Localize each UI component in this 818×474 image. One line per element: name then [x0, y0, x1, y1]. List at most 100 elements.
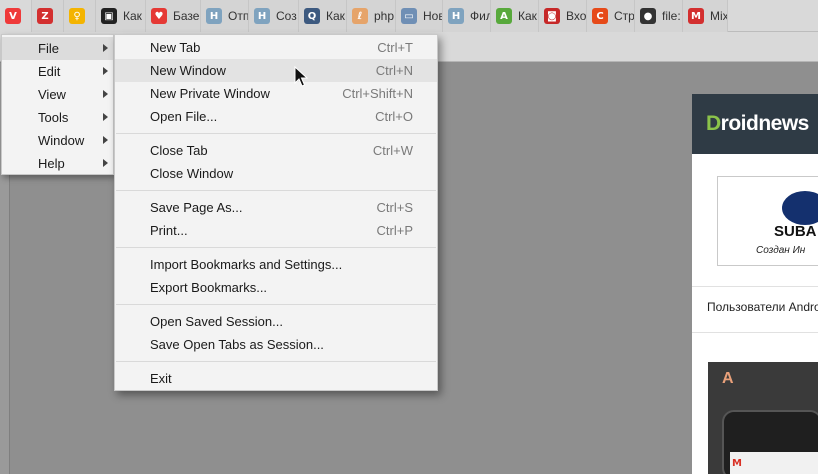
file-menu-item-label: Open File... [150, 109, 218, 124]
browser-tab[interactable]: A Как [491, 0, 539, 32]
tab-title: Mix [710, 9, 727, 23]
browser-tab[interactable]: Z [32, 0, 64, 32]
file-menu-item-label: New Window [150, 63, 226, 78]
file-menu-item-label: Import Bookmarks and Settings... [150, 257, 343, 272]
file-menu-item[interactable]: Close Window [115, 162, 437, 185]
menu-item-help[interactable]: Help [2, 152, 113, 175]
file-menu-item[interactable]: Close Tab Ctrl+W [115, 139, 437, 162]
file-menu-item[interactable]: Save Page As... Ctrl+S [115, 196, 437, 219]
php-icon: ℓ [352, 8, 368, 24]
submenu-arrow-icon [103, 113, 108, 121]
browser-tab[interactable]: H Отп [201, 0, 249, 32]
site-dark-icon: ▣ [101, 8, 117, 24]
browser-tab[interactable]: ▣ Как [96, 0, 146, 32]
browser-tab[interactable]: ● file: [635, 0, 683, 32]
monitor-icon: ▭ [401, 8, 417, 24]
file-menu-item[interactable]: Import Bookmarks and Settings... [115, 253, 437, 276]
file-menu-item-label: New Private Window [150, 86, 270, 101]
ad-brand: SUBA [774, 223, 817, 240]
shortcut-hint: Ctrl+T [377, 40, 413, 55]
browser-tab[interactable]: H Фил [443, 0, 491, 32]
file-menu-item-label: Close Window [150, 166, 234, 181]
menu-item-label: Help [38, 156, 65, 171]
tab-title: Фил [470, 9, 490, 23]
browser-tab[interactable]: ♀ [64, 0, 96, 32]
file-menu-item[interactable]: Open File... Ctrl+O [115, 105, 437, 128]
tab-title: Как [123, 9, 142, 23]
browser-tab[interactable]: ▭ Нов [396, 0, 443, 32]
browser-tab[interactable]: ♥ Базе [146, 0, 201, 32]
menu-separator [116, 190, 436, 191]
gmail-icon: M [732, 458, 742, 469]
bulb-icon: ♀ [69, 8, 85, 24]
file-menu-item-label: New Tab [150, 40, 201, 55]
heart-icon: ♥ [151, 8, 167, 24]
tab-title: Вхо [566, 9, 586, 23]
file-menu-item-label: Print... [150, 223, 188, 238]
file-menu-item[interactable]: Export Bookmarks... [115, 276, 437, 299]
notice-text[interactable]: Пользователи Android [707, 300, 818, 314]
android-icon: A [496, 8, 512, 24]
subaru-logo-icon [782, 191, 818, 225]
z-app-icon: Z [37, 8, 53, 24]
divider [692, 332, 818, 333]
file-menu-item[interactable]: Print... Ctrl+P [115, 219, 437, 242]
browser-tab[interactable]: V [0, 0, 32, 32]
menu-item-label: View [38, 87, 66, 102]
file-menu-item[interactable]: New Window Ctrl+N [115, 59, 437, 82]
browser-tab[interactable]: ◙ Вхо [539, 0, 587, 32]
tab-bar: VZ♀▣Как♥БазеHОтпHСозQКакℓphp▭НовHФилAКак… [0, 0, 818, 32]
file-menu-item-label: Save Open Tabs as Session... [150, 337, 324, 352]
site-header[interactable]: Droidnews [692, 94, 818, 154]
article-image[interactable]: A M [708, 362, 818, 474]
browser-tab[interactable]: Q Как [299, 0, 347, 32]
vivaldi-icon: V [5, 8, 21, 24]
tab-title: php [374, 9, 395, 23]
file-menu-item-label: Close Tab [150, 143, 208, 158]
tab-title: Базе [173, 9, 200, 23]
tab-title: Стр [614, 9, 634, 23]
menu-item-window[interactable]: Window [2, 129, 113, 152]
file-submenu: New Tab Ctrl+T New Window Ctrl+N New Private… [114, 34, 438, 391]
file-menu-item[interactable]: New Tab Ctrl+T [115, 36, 437, 59]
file-menu-item[interactable]: Save Open Tabs as Session... [115, 333, 437, 356]
menu-item-view[interactable]: View [2, 83, 113, 106]
q-site-icon: Q [304, 8, 320, 24]
h-site-icon: H [448, 8, 464, 24]
shortcut-hint: Ctrl+Shift+N [342, 86, 413, 101]
tab-title: Как [518, 9, 537, 23]
android-badge-icon: A [722, 370, 734, 387]
mouse-cursor-icon [294, 66, 308, 87]
menu-item-label: File [38, 41, 59, 56]
tab-title: Соз [276, 9, 297, 23]
browser-tab[interactable]: H Соз [249, 0, 299, 32]
submenu-arrow-icon [103, 159, 108, 167]
menu-separator [116, 247, 436, 248]
mix-icon: M [688, 8, 704, 24]
file-menu-item[interactable]: Exit [115, 367, 437, 390]
menu-item-tools[interactable]: Tools [2, 106, 113, 129]
file-menu-item[interactable]: Open Saved Session... [115, 310, 437, 333]
menu-separator [116, 133, 436, 134]
browser-tab[interactable]: ℓ php [347, 0, 396, 32]
c-site-icon: C [592, 8, 608, 24]
shortcut-hint: Ctrl+S [376, 200, 413, 215]
file-menu-item-label: Export Bookmarks... [150, 280, 268, 295]
menu-item-label: Tools [38, 110, 69, 125]
ad-banner[interactable]: SUBA Создан Ин [717, 176, 818, 266]
globe-icon: ● [640, 8, 656, 24]
shortcut-hint: Ctrl+W [372, 143, 413, 158]
ad-slogan: Создан Ин [756, 245, 806, 256]
submenu-arrow-icon [103, 44, 108, 52]
browser-tab[interactable]: M Mix [683, 0, 728, 32]
shortcut-hint: Ctrl+O [375, 109, 413, 124]
site-name-initial: D [706, 112, 721, 135]
shortcut-hint: Ctrl+P [376, 223, 413, 238]
submenu-arrow-icon [103, 67, 108, 75]
menu-item-edit[interactable]: Edit [2, 60, 113, 83]
menu-item-file[interactable]: File [2, 37, 113, 60]
browser-tab[interactable]: C Стр [587, 0, 635, 32]
h-site-icon: H [206, 8, 222, 24]
webpage-preview[interactable]: Droidnews SUBA Создан Ин Пользователи An… [692, 94, 818, 474]
file-menu-item[interactable]: New Private Window Ctrl+Shift+N [115, 82, 437, 105]
